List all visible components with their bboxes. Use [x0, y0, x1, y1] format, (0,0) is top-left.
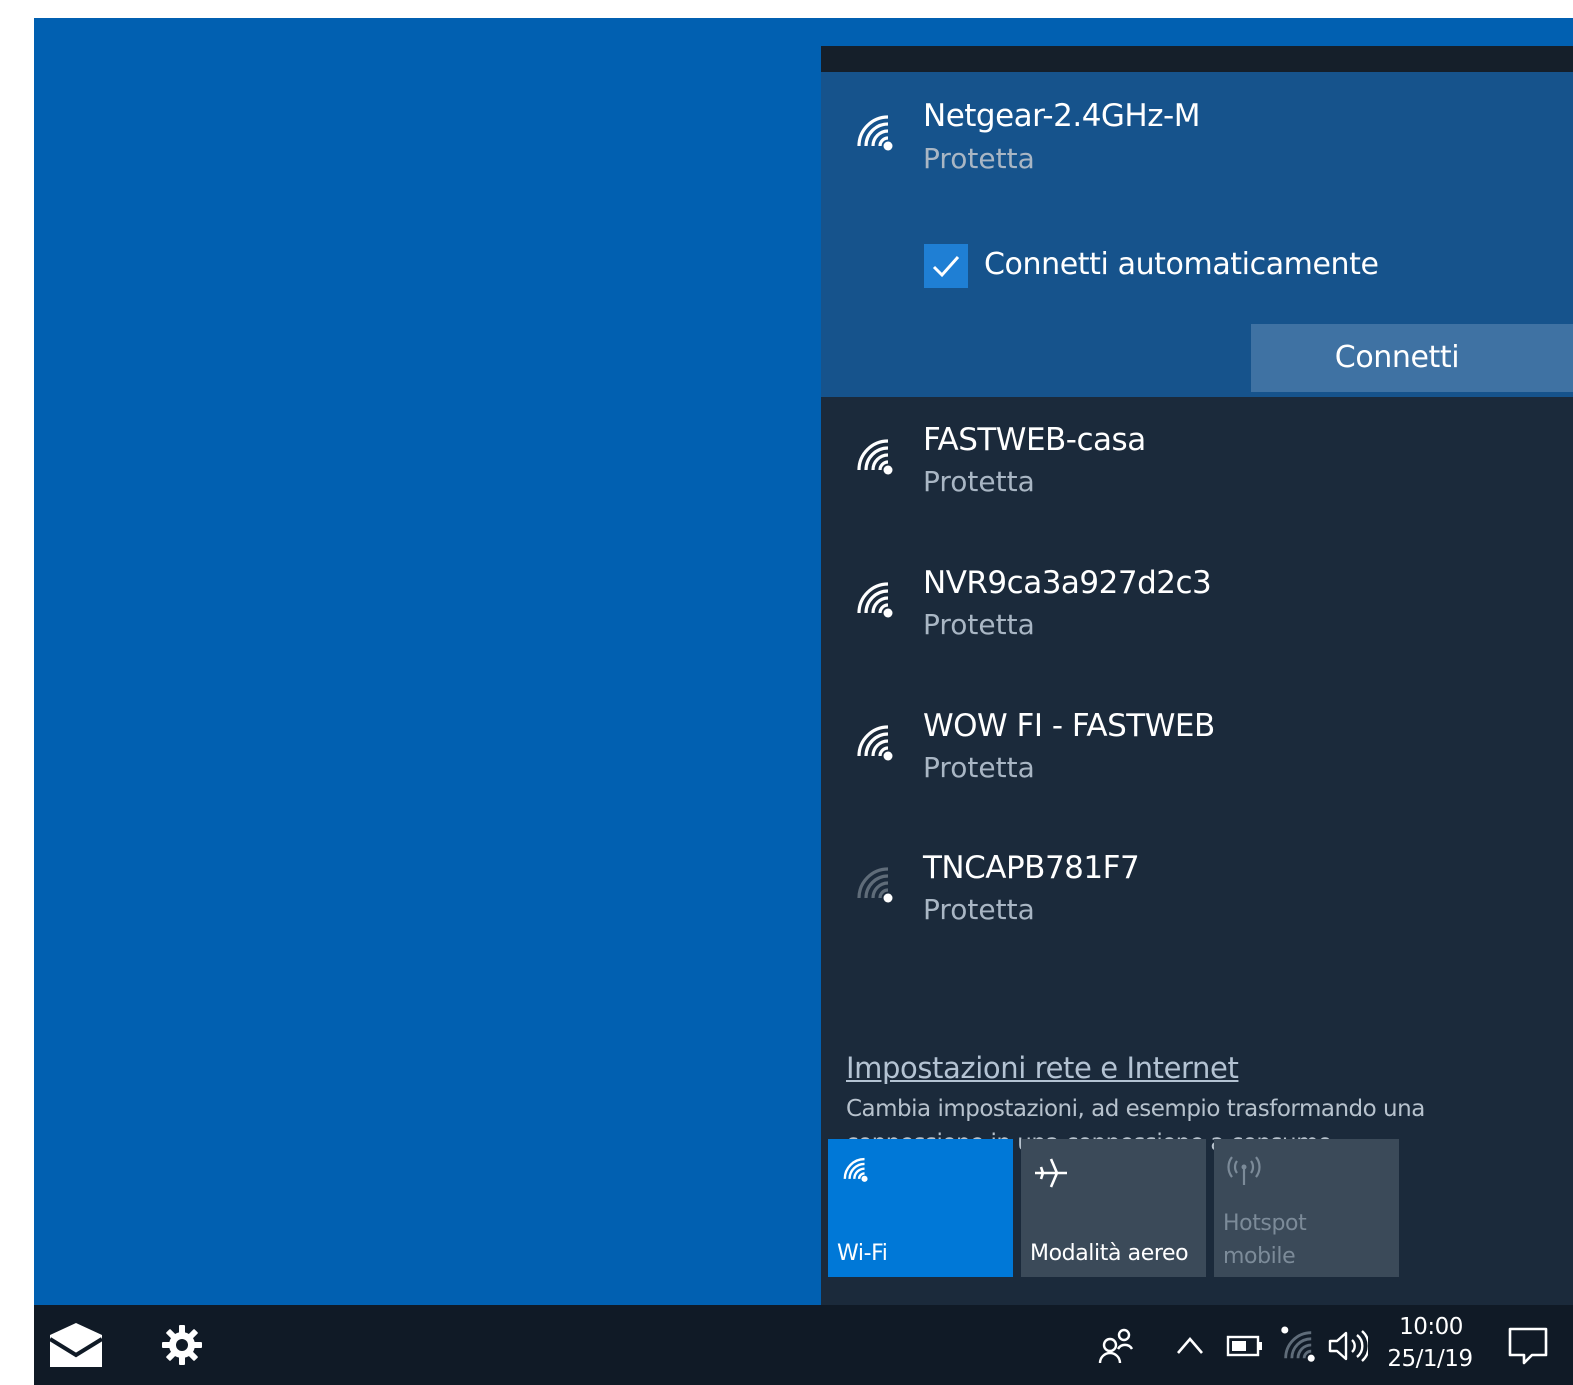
- network-name: NVR9ca3a927d2c3: [923, 565, 1212, 601]
- quick-action-label: Modalità aereo: [1030, 1241, 1189, 1266]
- quick-action-wifi[interactable]: Wi-Fi: [828, 1139, 1013, 1277]
- network-status: Protetta: [923, 142, 1035, 175]
- people-icon[interactable]: [1096, 1325, 1136, 1369]
- network-item[interactable]: WOW FI - FASTWEB Protetta: [821, 706, 1573, 836]
- battery-icon[interactable]: [1226, 1333, 1264, 1363]
- wifi-icon: [838, 1153, 872, 1193]
- volume-icon[interactable]: [1328, 1329, 1370, 1367]
- checkmark-icon: [932, 256, 960, 278]
- network-settings-link[interactable]: Impostazioni rete e Internet: [846, 1050, 1239, 1086]
- network-flyout: Netgear-2.4GHz-M Protetta Connetti autom…: [821, 46, 1573, 1306]
- clock-date[interactable]: 25/1/19: [1384, 1345, 1476, 1373]
- network-name: TNCAPB781F7: [923, 850, 1140, 886]
- wifi-signal-icon: [849, 432, 899, 482]
- network-name: FASTWEB-casa: [923, 422, 1146, 458]
- wifi-icon[interactable]: [1276, 1323, 1320, 1371]
- network-name: Netgear-2.4GHz-M: [923, 98, 1200, 134]
- quick-action-airplane-mode[interactable]: Modalità aereo: [1021, 1139, 1206, 1277]
- auto-connect-checkbox[interactable]: [924, 244, 968, 288]
- wifi-signal-icon: [849, 108, 899, 158]
- hotspot-icon: [1224, 1153, 1264, 1199]
- network-item-selected[interactable]: Netgear-2.4GHz-M Protetta Connetti autom…: [821, 72, 1573, 397]
- network-status: Protetta: [923, 465, 1035, 498]
- network-item[interactable]: FASTWEB-casa Protetta: [821, 420, 1573, 550]
- quick-action-label: Hotspot mobile: [1223, 1211, 1307, 1269]
- flyout-top-bar: [821, 46, 1573, 72]
- wifi-weak-signal-icon: [849, 860, 899, 910]
- auto-connect-label: Connetti automaticamente: [984, 247, 1379, 282]
- mail-icon[interactable]: [48, 1321, 104, 1373]
- clock-time[interactable]: 10:00: [1396, 1313, 1466, 1341]
- network-item[interactable]: TNCAPB781F7 Protetta: [821, 848, 1573, 978]
- notification-icon[interactable]: [1506, 1325, 1550, 1371]
- network-status: Protetta: [923, 893, 1035, 926]
- network-item[interactable]: NVR9ca3a927d2c3 Protetta: [821, 563, 1573, 693]
- network-name: WOW FI - FASTWEB: [923, 708, 1215, 744]
- connect-button[interactable]: Connetti: [1251, 324, 1573, 392]
- quick-action-label: Wi-Fi: [837, 1241, 888, 1266]
- airplane-icon: [1031, 1153, 1071, 1199]
- gear-icon[interactable]: [160, 1323, 204, 1371]
- network-status: Protetta: [923, 608, 1035, 641]
- chevron-up-icon[interactable]: [1174, 1333, 1206, 1361]
- wifi-signal-icon: [849, 575, 899, 625]
- wifi-signal-icon: [849, 718, 899, 768]
- taskbar: 10:00 25/1/19: [34, 1305, 1573, 1385]
- quick-action-mobile-hotspot: Hotspot mobile: [1214, 1139, 1399, 1277]
- network-status: Protetta: [923, 751, 1035, 784]
